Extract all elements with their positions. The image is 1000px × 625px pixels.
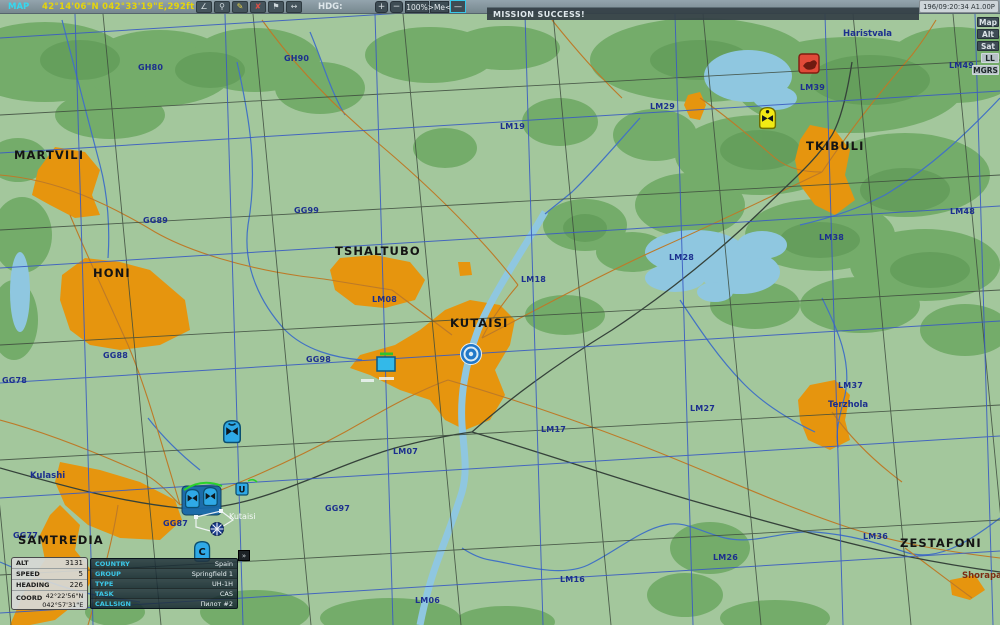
enemy-ground-unit-icon[interactable] (798, 53, 820, 74)
sat-view-button[interactable]: Sat (977, 41, 999, 51)
svg-text:C: C (198, 547, 205, 558)
selection-arc-icon (247, 478, 258, 483)
type-row: TYPE UH-1H (91, 579, 237, 589)
country-row: COUNTRY Spain (91, 559, 237, 569)
mission-time-display: 196/09:20:34 A1.00P (919, 0, 999, 13)
measure-distance-tool-icon[interactable]: ↔ (286, 1, 302, 13)
cursor-coordinates: 42°14'06"N 042°33'19"E,292ft (42, 2, 195, 12)
zoom-level[interactable]: 100% (405, 1, 429, 13)
farp-icon[interactable] (361, 352, 396, 383)
panel-toggle-button[interactable]: » (238, 550, 250, 561)
friendly-unit-u-badge[interactable]: U (235, 478, 258, 496)
airfield-icon[interactable] (460, 343, 482, 365)
ruler-tool-icon[interactable]: ∠ (196, 1, 212, 13)
heading-row: HEADING 226 (12, 580, 87, 591)
zoom-out-button[interactable]: − (390, 1, 403, 13)
flag-marker-tool-icon[interactable]: ⚑ (268, 1, 284, 13)
alt-view-button[interactable]: Alt (977, 29, 999, 39)
selected-tool-button[interactable]: — (450, 0, 466, 13)
map-mode-buttons: Map Alt Sat LL MGRS (972, 17, 999, 77)
delete-note-tool-icon[interactable]: ✘ (250, 1, 266, 13)
flight-info-panel: ALT 3131 SPEED 5 HEADING 226 COORD 42°22'56… (11, 557, 88, 610)
map-view-button[interactable]: Map (977, 17, 999, 27)
unit-icon-layer: U C (181, 53, 820, 562)
heading-label: HDG: (318, 2, 343, 12)
coord-row: COORD 42°22'56"N 042°57'31"E (16, 592, 84, 609)
group-row: GROUP Springfield 1 (91, 569, 237, 579)
zoom-in-button[interactable]: + (375, 1, 388, 13)
mgrs-coords-button[interactable]: MGRS (972, 65, 999, 75)
search-tool-icon[interactable]: ⚲ (214, 1, 230, 13)
friendly-helicopter-group-icon[interactable] (181, 481, 223, 516)
edit-note-tool-icon[interactable]: ✎ (232, 1, 248, 13)
map-mode-label: MAP (8, 2, 30, 12)
svg-text:U: U (239, 486, 246, 496)
speed-row: SPEED 5 (12, 569, 87, 580)
task-row: TASK CAS (91, 589, 237, 599)
friendly-helicopter-icon[interactable] (223, 419, 241, 444)
player-roundel-icon[interactable] (210, 522, 224, 536)
unit-info-panel: COUNTRY Spain GROUP Springfield 1 TYPE UH-1… (90, 558, 238, 609)
mission-status-banner: MISSION SUCCESS! (487, 7, 919, 20)
callsign-row: CALLSIGN Пилот #2 (91, 599, 237, 608)
ll-coords-button[interactable]: LL (981, 53, 999, 63)
neutral-helicopter-icon[interactable] (759, 106, 777, 130)
center-on-me-button[interactable]: >Me< (428, 1, 451, 13)
alt-row: ALT 3131 (12, 558, 87, 569)
